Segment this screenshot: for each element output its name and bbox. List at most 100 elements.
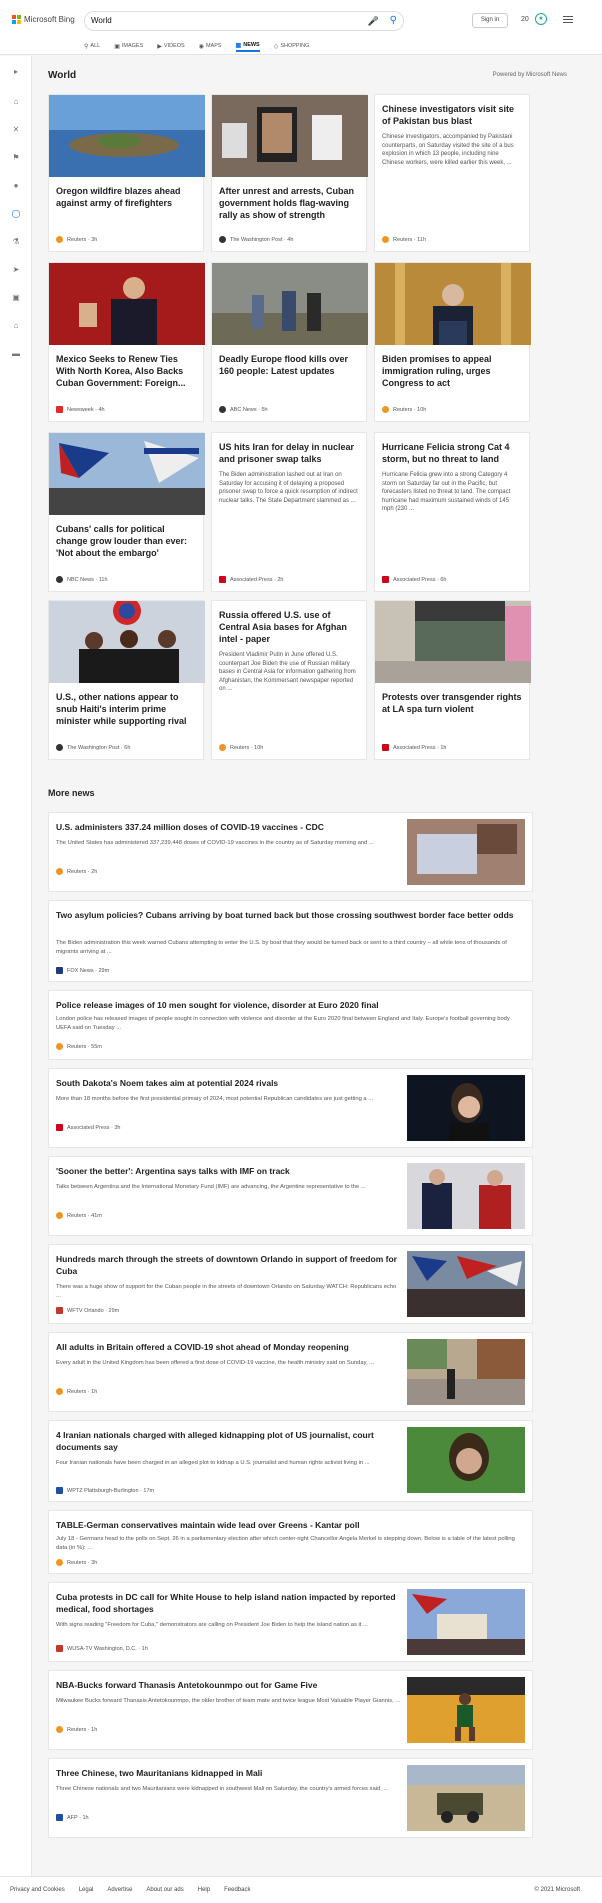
card-title[interactable]: U.S., other nations appear to snub Haiti… bbox=[49, 683, 203, 727]
newsweek-logo-icon bbox=[56, 406, 63, 413]
tab-images[interactable]: ▣ IMAGES bbox=[114, 40, 143, 52]
tab-news[interactable]: ▦ NEWS bbox=[235, 40, 260, 52]
news-card[interactable]: Biden promises to appeal immigration rul… bbox=[374, 262, 531, 422]
news-row[interactable]: Police release images of 10 men sought f… bbox=[48, 990, 533, 1060]
card-title[interactable]: After unrest and arrests, Cuban governme… bbox=[212, 177, 366, 221]
news-card[interactable]: Oregon wildfire blazes ahead against arm… bbox=[48, 94, 205, 252]
microphone-icon[interactable]: 🎤 bbox=[368, 16, 379, 27]
image-icon: ▣ bbox=[114, 43, 120, 50]
row-thumbnail bbox=[407, 1765, 525, 1831]
news-card[interactable]: Chinese investigators visit site of Paki… bbox=[374, 94, 530, 252]
row-title[interactable]: Police release images of 10 men sought f… bbox=[56, 999, 526, 1011]
row-description: The Biden administration this week warne… bbox=[56, 940, 507, 955]
afp-logo-icon bbox=[56, 1814, 63, 1821]
footer-link-advertise[interactable]: Advertise bbox=[107, 1887, 132, 1893]
home-icon[interactable]: ⌂ bbox=[10, 96, 22, 108]
tab-label: NEWS bbox=[243, 42, 260, 48]
card-title[interactable]: US hits Iran for delay in nuclear and pr… bbox=[212, 433, 366, 465]
row-title[interactable]: 4 Iranian nationals charged with alleged… bbox=[56, 1429, 401, 1453]
search-input[interactable]: World bbox=[91, 16, 112, 25]
card-title[interactable]: Biden promises to appeal immigration rul… bbox=[375, 345, 529, 389]
expand-icon[interactable]: ▸ bbox=[10, 66, 22, 78]
source-label: Associated Press · 3h bbox=[67, 1124, 121, 1131]
footer-link-feedback[interactable]: Feedback bbox=[224, 1887, 250, 1893]
rewards-points[interactable]: 20 bbox=[521, 16, 529, 23]
card-title[interactable]: Cubans' calls for political change grow … bbox=[49, 515, 203, 559]
source-label: Reuters · 10h bbox=[393, 406, 427, 413]
row-title[interactable]: NBA-Bucks forward Thanasis Antetokounmpo… bbox=[56, 1679, 401, 1691]
row-title[interactable]: 'Sooner the better': Argentina says talk… bbox=[56, 1165, 401, 1177]
tools-icon[interactable]: ✕ bbox=[10, 124, 22, 136]
news-card[interactable]: Deadly Europe flood kills over 160 peopl… bbox=[211, 262, 368, 422]
news-row[interactable]: NBA-Bucks forward Thanasis Antetokounmpo… bbox=[48, 1670, 533, 1750]
footer-link-legal[interactable]: Legal bbox=[79, 1887, 94, 1893]
tab-videos[interactable]: ▶ VIDEOS bbox=[157, 40, 184, 52]
news-row[interactable]: Cuba protests in DC call for White House… bbox=[48, 1582, 533, 1662]
science-icon[interactable]: ⚗ bbox=[10, 236, 22, 248]
footer-link-help[interactable]: Help bbox=[198, 1887, 210, 1893]
row-source: WFTV Orlando · 29m bbox=[56, 1307, 119, 1314]
menu-icon[interactable] bbox=[563, 16, 573, 25]
news-row[interactable]: All adults in Britain offered a COVID-19… bbox=[48, 1332, 533, 1412]
news-card[interactable]: Cubans' calls for political change grow … bbox=[48, 432, 205, 592]
news-card[interactable]: Protests over transgender rights at LA s… bbox=[374, 600, 531, 760]
news-card[interactable]: After unrest and arrests, Cuban governme… bbox=[211, 94, 368, 252]
search-box[interactable]: World 🎤 ⚲ bbox=[84, 11, 404, 31]
card-title[interactable]: Mexico Seeks to Renew Ties With North Ko… bbox=[49, 345, 203, 389]
film-icon[interactable]: ▣ bbox=[10, 292, 22, 304]
news-row[interactable]: South Dakota's Noem takes aim at potenti… bbox=[48, 1068, 533, 1148]
row-title[interactable]: South Dakota's Noem takes aim at potenti… bbox=[56, 1077, 401, 1089]
row-title[interactable]: Cuba protests in DC call for White House… bbox=[56, 1591, 401, 1615]
news-card[interactable]: Russia offered U.S. use of Central Asia … bbox=[211, 600, 367, 760]
news-row[interactable]: Three Chinese, two Mauritanians kidnappe… bbox=[48, 1758, 533, 1838]
news-row[interactable]: Two asylum policies? Cubans arriving by … bbox=[48, 900, 533, 982]
news-row[interactable]: TABLE-German conservatives maintain wide… bbox=[48, 1510, 533, 1574]
sign-in-button[interactable]: Sign in bbox=[472, 13, 508, 28]
news-card[interactable]: US hits Iran for delay in nuclear and pr… bbox=[211, 432, 367, 592]
news-icon: ▦ bbox=[235, 42, 242, 49]
wftv-logo-icon bbox=[56, 1307, 63, 1314]
globe-icon[interactable]: ◯ bbox=[10, 208, 22, 220]
footer-link-privacy[interactable]: Privacy and Cookies bbox=[10, 1887, 65, 1893]
card-source: ABC News · 5h bbox=[219, 406, 268, 413]
news-card[interactable]: Mexico Seeks to Renew Ties With North Ko… bbox=[48, 262, 205, 422]
rocket-icon[interactable]: ➤ bbox=[10, 264, 22, 276]
card-image bbox=[49, 433, 205, 515]
tab-shopping[interactable]: ◇ SHOPPING bbox=[274, 40, 310, 52]
footer-link-about-ads[interactable]: About our ads bbox=[146, 1887, 183, 1893]
card-title[interactable]: Hurricane Felicia strong Cat 4 storm, bu… bbox=[375, 433, 529, 465]
row-title[interactable]: U.S. administers 337.24 million doses of… bbox=[56, 821, 401, 833]
map-pin-icon[interactable]: ● bbox=[10, 180, 22, 192]
row-title[interactable]: Three Chinese, two Mauritanians kidnappe… bbox=[56, 1767, 401, 1779]
card-title[interactable]: Russia offered U.S. use of Central Asia … bbox=[212, 601, 366, 645]
card-title[interactable]: Chinese investigators visit site of Paki… bbox=[375, 95, 529, 127]
row-title[interactable]: Hundreds march through the streets of do… bbox=[56, 1253, 401, 1277]
news-row[interactable]: 4 Iranian nationals charged with alleged… bbox=[48, 1420, 533, 1502]
row-title[interactable]: Two asylum policies? Cubans arriving by … bbox=[56, 909, 526, 921]
row-description: There was a huge show of support for the… bbox=[56, 1284, 397, 1299]
news-row[interactable]: U.S. administers 337.24 million doses of… bbox=[48, 812, 533, 892]
section-title: World bbox=[48, 70, 77, 81]
brand-name: Microsoft Bing bbox=[24, 15, 75, 24]
flag-icon[interactable]: ⚑ bbox=[10, 152, 22, 164]
row-title[interactable]: All adults in Britain offered a COVID-19… bbox=[56, 1341, 401, 1353]
card-title[interactable]: Deadly Europe flood kills over 160 peopl… bbox=[212, 345, 366, 377]
news-card[interactable]: Hurricane Felicia strong Cat 4 storm, bu… bbox=[374, 432, 530, 592]
news-card[interactable]: U.S., other nations appear to snub Haiti… bbox=[48, 600, 205, 760]
tab-all[interactable]: ⚲ ALL bbox=[84, 40, 100, 52]
news-row[interactable]: 'Sooner the better': Argentina says talk… bbox=[48, 1156, 533, 1236]
news-row[interactable]: Hundreds march through the streets of do… bbox=[48, 1244, 533, 1324]
card-title[interactable]: Oregon wildfire blazes ahead against arm… bbox=[49, 177, 203, 209]
search-icon[interactable]: ⚲ bbox=[390, 15, 397, 26]
tab-maps[interactable]: ◉ MAPS bbox=[199, 40, 222, 52]
source-label: ABC News · 5h bbox=[230, 406, 268, 413]
row-title[interactable]: TABLE-German conservatives maintain wide… bbox=[56, 1519, 526, 1531]
row-description: More than 18 months before the first pre… bbox=[56, 1096, 374, 1102]
reuters-logo-icon bbox=[56, 868, 63, 875]
tab-label: MAPS bbox=[205, 43, 222, 49]
card-title[interactable]: Protests over transgender rights at LA s… bbox=[375, 683, 529, 715]
bank-icon[interactable]: ⌂ bbox=[10, 320, 22, 332]
bing-logo[interactable]: Microsoft Bing bbox=[12, 15, 75, 24]
rewards-icon[interactable]: ★ bbox=[535, 13, 547, 25]
card-icon[interactable]: ▬ bbox=[10, 348, 22, 360]
